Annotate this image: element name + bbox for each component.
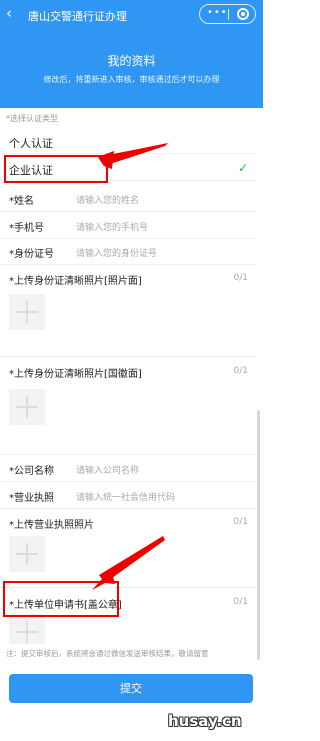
watermark: husay.cn — [168, 712, 242, 730]
annotation-arrows — [92, 143, 168, 590]
annotation-highlight-box — [3, 581, 119, 617]
annotation-arrow — [98, 151, 114, 169]
